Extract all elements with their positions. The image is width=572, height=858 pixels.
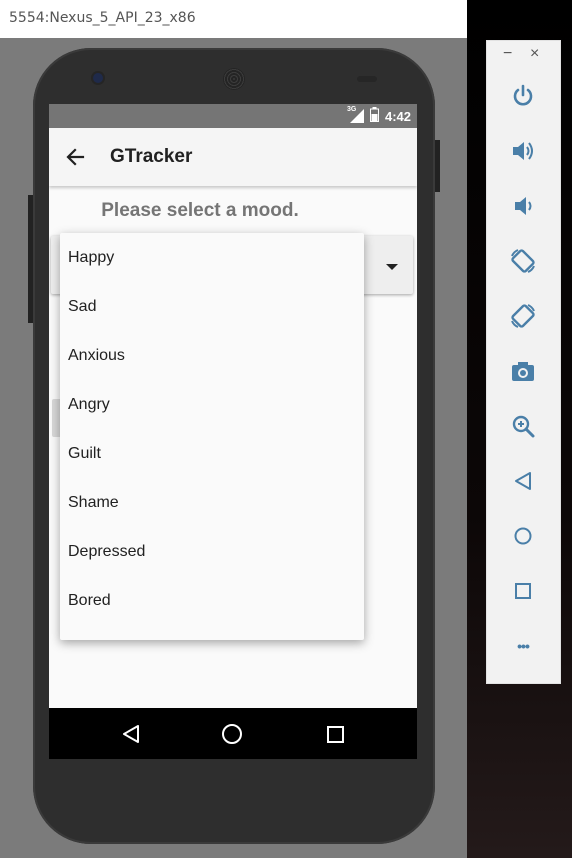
camera-icon[interactable] (508, 356, 538, 386)
zoom-icon[interactable] (508, 411, 538, 441)
mood-option-happy[interactable]: Happy (60, 233, 364, 282)
toolbar-close-button[interactable]: × (530, 45, 539, 63)
android-nav-bar (49, 708, 417, 759)
mood-option-shame[interactable]: Shame (60, 478, 364, 527)
overview-icon[interactable] (508, 576, 538, 606)
emulator-toolbar: − × ••• (486, 40, 561, 684)
power-icon[interactable] (508, 81, 538, 111)
power-side-button (435, 140, 440, 192)
device-screen: 3G 4:42 GTracker Please select a mood. H… (49, 104, 417, 759)
home-icon[interactable] (508, 521, 538, 551)
mood-dropdown-list: Happy Sad Anxious Angry Guilt Shame Depr… (60, 233, 364, 640)
network-type: 3G (346, 106, 357, 113)
dropdown-arrow-icon[interactable] (386, 264, 398, 270)
volume-down-icon[interactable] (508, 191, 538, 221)
volume-side-button (28, 195, 33, 323)
front-camera (93, 73, 103, 83)
emulator-titlebar: 5554:Nexus_5_API_23_x86 (0, 0, 467, 38)
mood-option-guilt[interactable]: Guilt (60, 429, 364, 478)
toolbar-minimize-button[interactable]: − (503, 45, 512, 63)
mood-option-angry[interactable]: Angry (60, 380, 364, 429)
app-title: GTracker (110, 146, 193, 167)
clock: 4:42 (384, 108, 411, 124)
rotate-right-icon[interactable] (508, 301, 538, 331)
back-arrow-icon[interactable] (63, 145, 91, 169)
mood-option-anxious[interactable]: Anxious (60, 331, 364, 380)
status-icons: 3G 4:42 (346, 104, 411, 128)
nav-recents-icon[interactable] (327, 726, 344, 743)
emulator-title: 5554:Nexus_5_API_23_x86 (9, 10, 196, 26)
volume-up-icon[interactable] (508, 136, 538, 166)
proximity-sensor (357, 76, 377, 82)
status-bar: 3G 4:42 (49, 104, 417, 128)
rotate-left-icon[interactable] (508, 246, 538, 276)
app-bar: GTracker (49, 128, 417, 186)
back-icon[interactable] (508, 466, 538, 496)
earpiece-speaker (223, 68, 245, 90)
mood-option-bored[interactable]: Bored (60, 576, 364, 625)
nav-back-icon[interactable] (122, 725, 140, 748)
signal-icon: 3G (346, 106, 364, 123)
mood-option-sad[interactable]: Sad (60, 282, 364, 331)
mood-option-depressed[interactable]: Depressed (60, 527, 364, 576)
mood-prompt: Please select a mood. (101, 200, 299, 221)
emulator-window: 5554:Nexus_5_API_23_x86 3G 4:42 GTracker… (0, 0, 467, 858)
nav-home-icon[interactable] (222, 724, 242, 744)
battery-icon (369, 107, 379, 125)
more-icon[interactable]: ••• (508, 631, 538, 661)
